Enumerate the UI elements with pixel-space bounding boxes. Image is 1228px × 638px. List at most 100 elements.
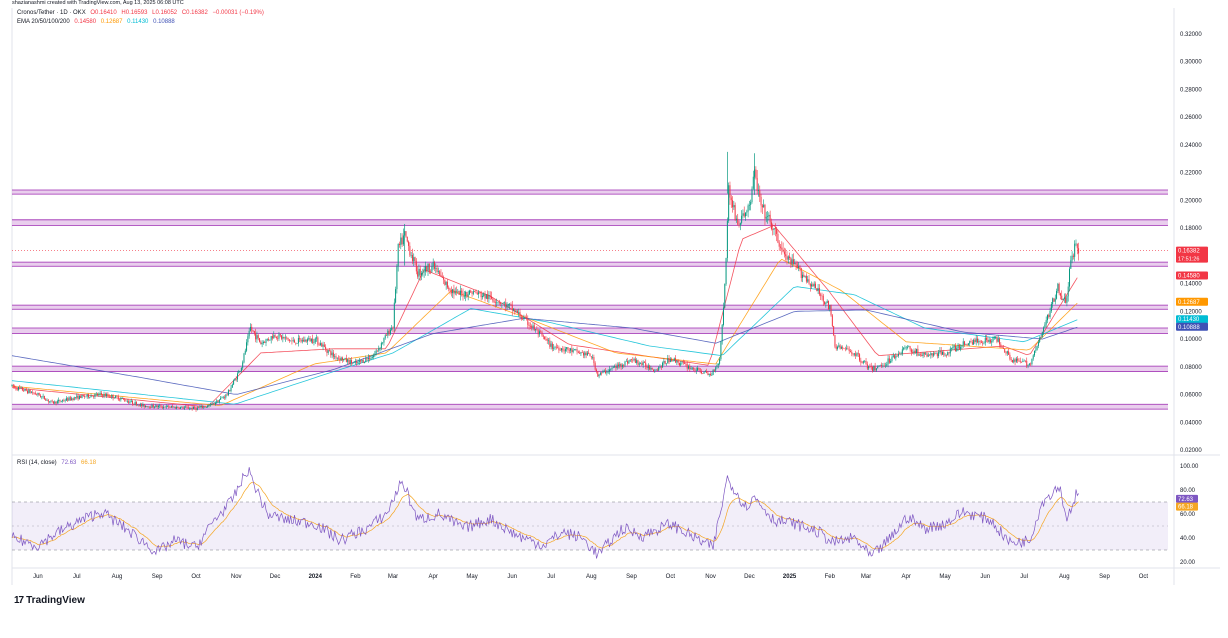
candle-down: [43, 395, 45, 400]
candle-up: [113, 397, 115, 399]
candle-up: [284, 337, 286, 339]
candle-up: [708, 373, 710, 376]
candle-up: [887, 358, 889, 365]
candle-down: [138, 404, 140, 406]
candle-down: [1076, 243, 1078, 249]
candle-down: [1024, 360, 1026, 362]
candle-up: [1036, 345, 1038, 350]
candle-down: [253, 330, 255, 334]
candle-up: [424, 266, 426, 272]
candle-up: [993, 337, 995, 338]
chart-canvas[interactable]: 0.32000 0.30000 0.28000 0.26000 0.24000 0.220…: [0, 0, 1228, 638]
candle-down: [630, 359, 632, 360]
candle-down: [1078, 248, 1080, 254]
candle-up: [506, 304, 508, 308]
candle-up: [523, 317, 525, 320]
candle-up: [997, 338, 999, 342]
candle-up: [503, 302, 505, 304]
candle-down: [948, 352, 950, 354]
candle-down: [1011, 360, 1013, 363]
sr-zone: [12, 190, 1168, 195]
candle-down: [982, 342, 984, 344]
candle-up: [290, 340, 292, 342]
candle-up: [746, 211, 748, 213]
candle-down: [489, 295, 491, 297]
candle-up: [695, 370, 697, 372]
candle-down: [63, 400, 65, 401]
candle-down: [883, 365, 885, 367]
candle-up: [1069, 268, 1071, 287]
candle-up: [1015, 358, 1017, 362]
candle-up: [46, 399, 48, 401]
candle-up: [616, 364, 618, 369]
candle-down: [345, 358, 347, 362]
candle-up: [690, 368, 692, 370]
candle-down: [743, 213, 745, 217]
candle-down: [866, 364, 868, 369]
candle-down: [822, 295, 824, 302]
candle-up: [575, 349, 577, 350]
candle-up: [1044, 324, 1046, 328]
candle-up: [340, 357, 342, 361]
candle-up: [423, 271, 425, 273]
candle-up: [983, 342, 985, 344]
candle-up: [189, 408, 191, 410]
candle-up: [570, 348, 572, 351]
candle-up: [1013, 359, 1015, 363]
candle-down: [799, 266, 801, 268]
candle-up: [273, 335, 275, 339]
candle-down: [156, 405, 158, 408]
candle-up: [765, 216, 767, 219]
candle-down: [954, 345, 956, 351]
candle-up: [606, 372, 608, 374]
candle-up: [584, 352, 586, 356]
price-axis-label: 0.12687: [1178, 300, 1200, 306]
candle-down: [1019, 360, 1021, 362]
price-axis-tick: 0.14000: [1180, 282, 1202, 288]
candle-down: [100, 393, 102, 395]
candle-up: [130, 400, 132, 402]
candle-down: [707, 372, 709, 376]
candle-down: [857, 353, 859, 355]
candle-down: [1061, 295, 1063, 300]
candle-up: [310, 338, 312, 342]
candle-down: [620, 363, 622, 367]
candle-down: [842, 347, 844, 349]
candle-up: [916, 348, 918, 354]
candle-up: [322, 344, 324, 347]
candle-up: [170, 406, 172, 408]
candle-down: [531, 326, 533, 328]
candle-down: [1030, 363, 1032, 365]
candle-down: [461, 290, 463, 293]
candle-down: [896, 355, 898, 357]
candle-up: [879, 364, 881, 366]
candle-down: [146, 406, 148, 408]
candle-up: [864, 361, 866, 362]
candle-down: [15, 386, 17, 389]
candle-down: [843, 348, 845, 350]
candle-down: [492, 298, 494, 301]
candle-up: [1023, 360, 1025, 362]
candle-down: [493, 300, 495, 303]
candle-down: [401, 237, 403, 245]
candle-down: [859, 354, 861, 361]
candle-down: [511, 304, 513, 311]
candle-up: [24, 388, 26, 391]
candle-down: [1004, 348, 1006, 353]
candle-down: [671, 359, 673, 361]
candle-down: [143, 404, 145, 407]
candle-up: [331, 352, 333, 356]
candle-down: [694, 369, 696, 371]
candle-down: [255, 333, 257, 340]
candle-up: [722, 307, 724, 325]
candle-up: [599, 372, 601, 375]
candle-up: [103, 394, 105, 397]
candle-up: [905, 347, 907, 349]
candle-down: [936, 353, 938, 357]
price-axis-label: 0.11430: [1178, 317, 1200, 323]
candle-up: [1046, 314, 1048, 321]
candle-up: [183, 407, 185, 409]
candle-up: [638, 363, 640, 365]
candle-down: [577, 351, 579, 353]
candle-down: [923, 352, 925, 355]
